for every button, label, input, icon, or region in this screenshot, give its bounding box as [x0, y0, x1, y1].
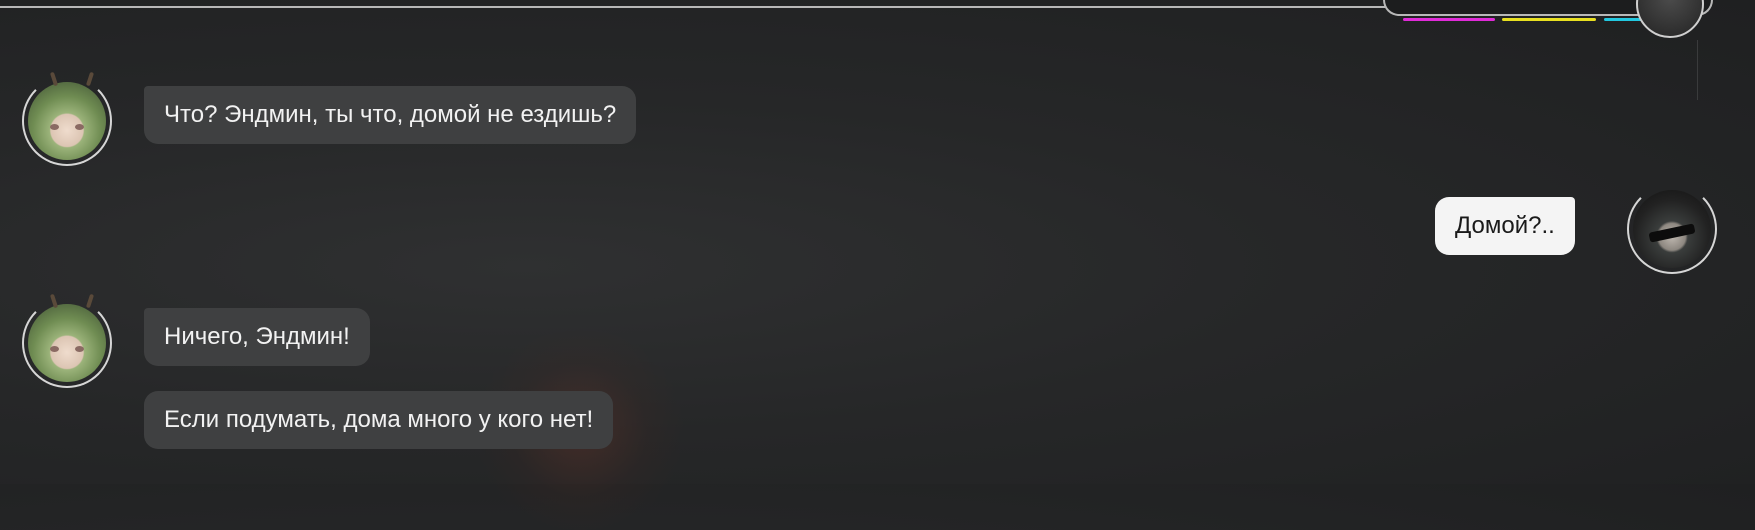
- blindfolded-character-avatar: [1627, 184, 1717, 274]
- top-frame-line: [0, 6, 1395, 8]
- green-hair-character-avatar: [22, 298, 112, 388]
- message-bubble: Если подумать, дома много у кого нет!: [144, 391, 614, 449]
- magenta-indicator: [1403, 18, 1495, 21]
- message-bubble: Что? Эндмин, ты что, домой не ездишь?: [144, 86, 637, 144]
- green-hair-character-avatar: [22, 76, 112, 166]
- message-bubble-outgoing: Домой?..: [1435, 197, 1575, 255]
- yellow-indicator: [1502, 18, 1596, 21]
- partial-avatar-icon: [1632, 0, 1708, 54]
- message-bubble: Ничего, Эндмин!: [144, 308, 370, 366]
